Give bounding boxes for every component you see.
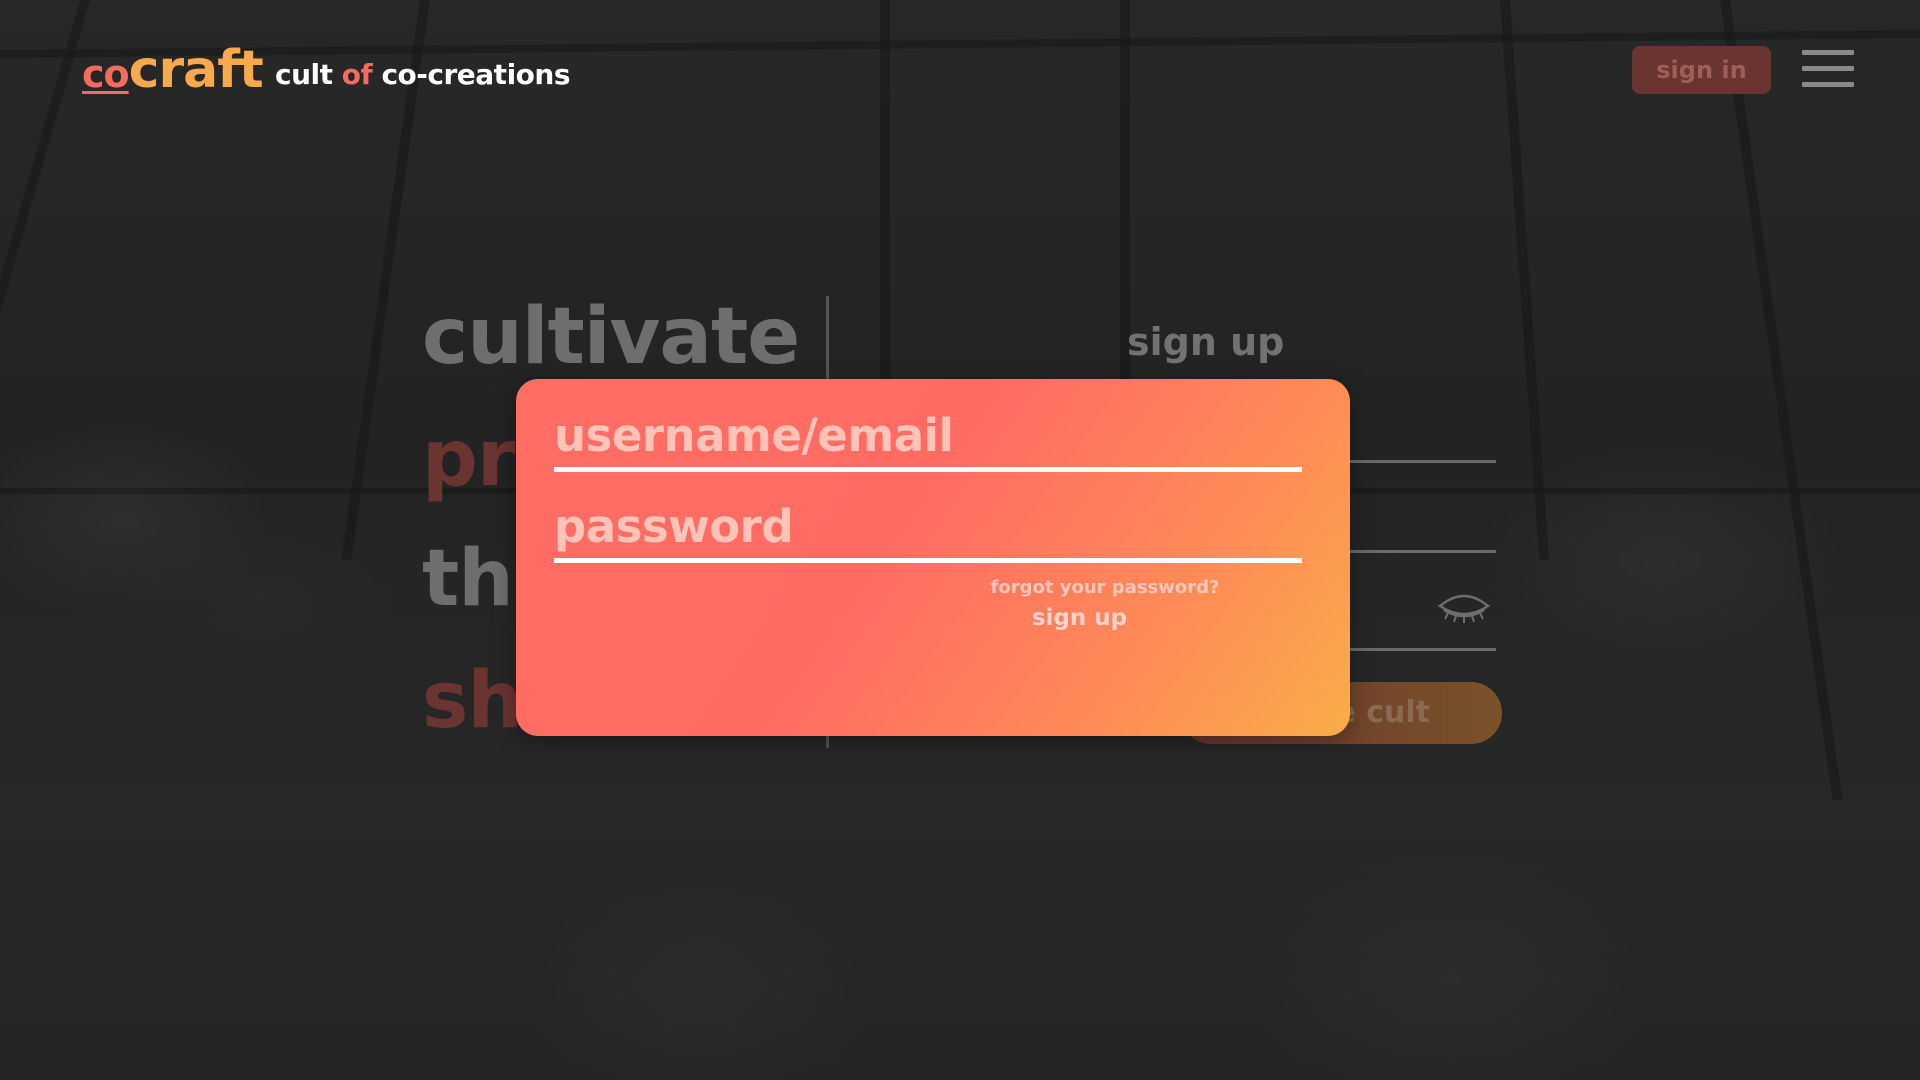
forgot-password-link[interactable]: forgot your password? (516, 577, 1274, 598)
tagline-co-creations: co-creations (381, 58, 571, 91)
password-field[interactable]: password (554, 500, 1302, 563)
logo-craft: craft (128, 40, 264, 100)
hamburger-menu-icon[interactable] (1802, 50, 1854, 88)
password-placeholder: password (554, 500, 794, 553)
logo-co: co (82, 52, 130, 96)
username-placeholder: username/email (554, 409, 954, 462)
eye-closed-icon[interactable] (1436, 586, 1492, 626)
hero-word-4: sh (422, 656, 523, 746)
hero-word-2: pr (422, 414, 515, 504)
tagline: cult of co-creations (275, 58, 571, 91)
username-underline (554, 467, 1302, 472)
login-modal: username/email password forgot your pass… (516, 379, 1350, 736)
tagline-of: of (341, 58, 373, 91)
modal-sign-up-link[interactable]: sign up (516, 605, 1283, 631)
cocraft-logo[interactable]: cocraft (82, 40, 264, 104)
signup-title: sign up (1127, 320, 1285, 364)
tagline-cult: cult (275, 58, 333, 91)
sign-in-button[interactable]: sign in (1632, 46, 1771, 94)
username-email-field[interactable]: username/email (554, 409, 1302, 472)
password-underline (554, 558, 1302, 563)
hero-word-cultivate: cultivate (422, 292, 800, 382)
